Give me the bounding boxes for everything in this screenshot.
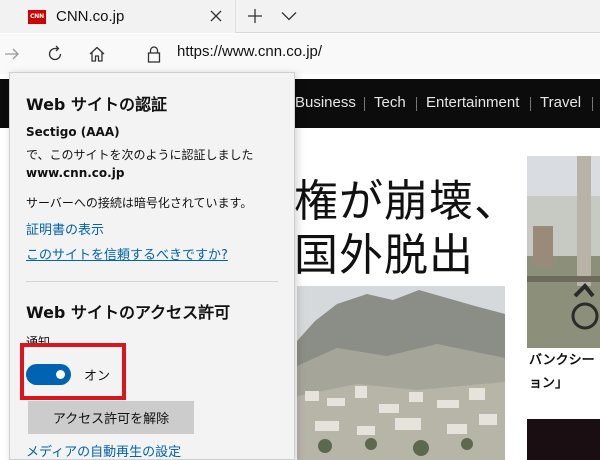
nav-item-tech[interactable]: Tech [374,94,406,111]
verified-domain: www.cnn.co.jp [26,166,125,180]
nav-separator [592,97,593,111]
refresh-button[interactable] [43,42,67,66]
tab-strip: CNN CNN.co.jp [0,0,600,33]
address-bar-url[interactable]: https://www.cnn.co.jp/ [177,43,322,60]
browser-tab[interactable]: CNN CNN.co.jp [0,0,236,33]
side-caption-line-1[interactable]: バンクシー [529,349,595,368]
view-certificate-link[interactable]: 証明書の表示 [26,219,104,238]
arrow-right-icon [5,48,19,60]
close-icon [210,10,222,22]
tab-close-button[interactable] [204,4,228,28]
nav-separator [530,97,531,111]
navigation-bar: https://www.cnn.co.jp/ [0,34,600,74]
trust-site-link[interactable]: このサイトを信頼するべきですか? [26,244,228,263]
revoke-permissions-button[interactable]: アクセス許可を解除 [28,401,194,434]
tab-list-button[interactable] [278,4,300,28]
site-info-lock-button[interactable] [142,42,166,66]
site-info-flyout: Web サイトの認証 Sectigo (AAA) で、このサイトを次のように認証… [9,72,295,460]
divider [26,281,278,282]
lock-icon [147,45,161,63]
side-story-photo-2[interactable] [527,419,600,460]
forward-button[interactable] [0,42,24,66]
nav-item-business[interactable]: Business [295,94,356,111]
verification-text: で、このサイトを次のように認証しました [26,148,254,162]
media-autoplay-settings-link[interactable]: メディアの自動再生の設定 [26,441,181,460]
headline-line-2[interactable]: 国外脱出 [294,219,474,283]
nav-separator [416,97,417,111]
encryption-status: サーバーへの接続は暗号化されています。 [26,196,253,210]
certificate-issuer: Sectigo (AAA) [26,125,120,139]
new-tab-button[interactable] [244,4,266,28]
nav-separator [364,97,365,111]
plus-icon [248,9,262,23]
hero-photo[interactable] [297,286,505,460]
chevron-down-icon [281,12,297,21]
home-button[interactable] [85,42,109,66]
refresh-icon [48,45,62,61]
home-icon [89,46,105,62]
side-story-photo[interactable] [527,156,600,348]
nav-item-travel[interactable]: Travel [540,94,581,111]
tab-title: CNN.co.jp [56,8,125,25]
side-caption-line-2[interactable]: ョン」 [529,372,568,391]
cnn-favicon-icon: CNN [28,9,46,24]
permissions-title: Web サイトのアクセス許可 [26,303,231,322]
nav-item-entertainment[interactable]: Entertainment [426,94,519,111]
verification-title: Web サイトの認証 [26,95,167,114]
highlight-box [20,343,126,400]
